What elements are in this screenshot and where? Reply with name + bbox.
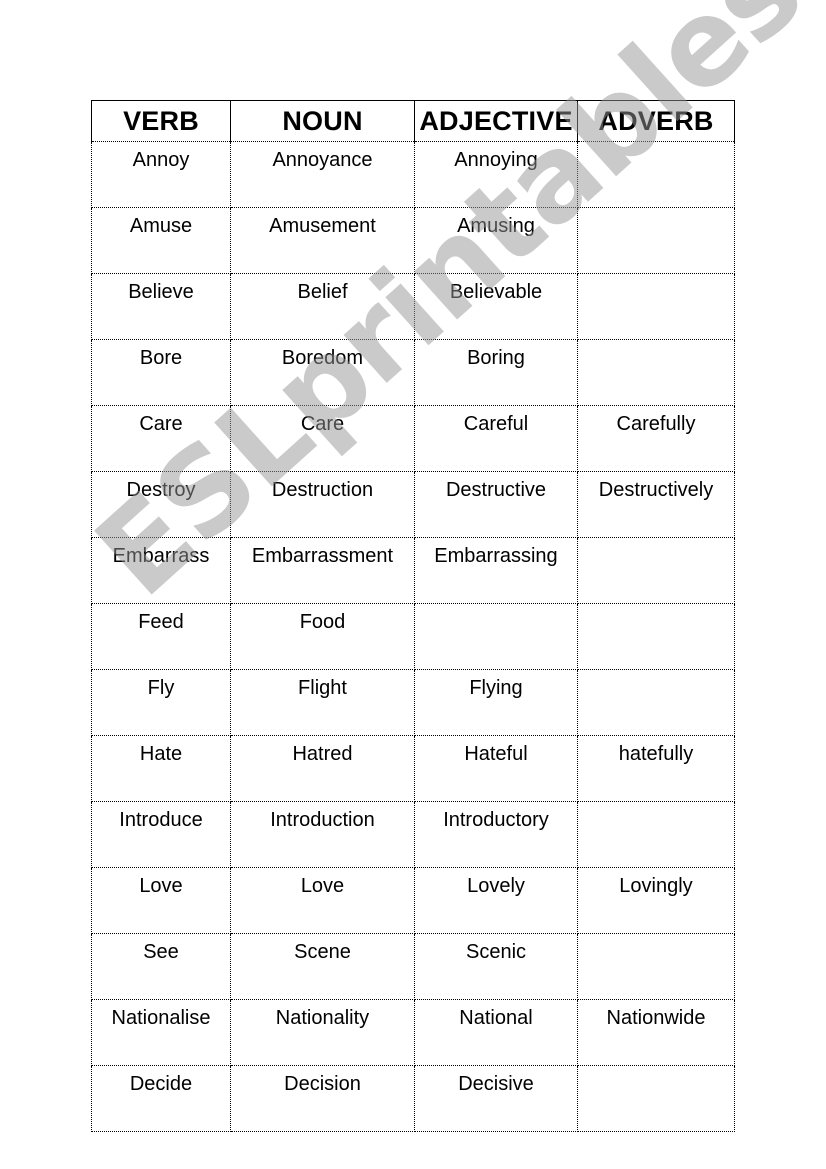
noun-cell: Nationality — [230, 999, 415, 1066]
table-row: Nationalise Nationality National Nationwide — [91, 999, 735, 1066]
table-row: Care Care Careful Carefully — [91, 405, 735, 472]
noun-cell: Love — [230, 867, 415, 934]
table-row: Love Love Lovely Lovingly — [91, 867, 735, 934]
table-header-row: VERB NOUN ADJECTIVE ADVERB — [91, 100, 735, 142]
verb-cell: Nationalise — [91, 999, 231, 1066]
adverb-cell — [577, 933, 735, 1000]
adverb-cell — [577, 141, 735, 208]
header-verb: VERB — [91, 100, 231, 142]
table-row: Fly Flight Flying — [91, 669, 735, 736]
adjective-cell: Boring — [414, 339, 578, 406]
noun-cell: Boredom — [230, 339, 415, 406]
table-row: Feed Food — [91, 603, 735, 670]
verb-cell: Believe — [91, 273, 231, 340]
worksheet-page: VERB NOUN ADJECTIVE ADVERB Annoy Annoyanc… — [0, 0, 826, 1169]
adverb-cell — [577, 669, 735, 736]
adjective-cell: Introductory — [414, 801, 578, 868]
adverb-cell: Nationwide — [577, 999, 735, 1066]
verb-cell: Bore — [91, 339, 231, 406]
noun-cell: Decision — [230, 1065, 415, 1132]
adjective-cell: Annoying — [414, 141, 578, 208]
table-row: Hate Hatred Hateful hatefully — [91, 735, 735, 802]
verb-cell: Care — [91, 405, 231, 472]
adverb-cell — [577, 537, 735, 604]
verb-cell: Fly — [91, 669, 231, 736]
noun-cell: Embarrassment — [230, 537, 415, 604]
noun-cell: Introduction — [230, 801, 415, 868]
header-noun: NOUN — [230, 100, 415, 142]
table-row: Introduce Introduction Introductory — [91, 801, 735, 868]
verb-cell: See — [91, 933, 231, 1000]
word-forms-table: VERB NOUN ADJECTIVE ADVERB Annoy Annoyanc… — [91, 100, 735, 1132]
adverb-cell — [577, 339, 735, 406]
adjective-cell: Hateful — [414, 735, 578, 802]
adjective-cell: Amusing — [414, 207, 578, 274]
adverb-cell: Lovingly — [577, 867, 735, 934]
verb-cell: Amuse — [91, 207, 231, 274]
adjective-cell — [414, 603, 578, 670]
verb-cell: Hate — [91, 735, 231, 802]
table-row: Believe Belief Believable — [91, 273, 735, 340]
table-row: Annoy Annoyance Annoying — [91, 141, 735, 208]
noun-cell: Hatred — [230, 735, 415, 802]
table-row: Embarrass Embarrassment Embarrassing — [91, 537, 735, 604]
adjective-cell: Flying — [414, 669, 578, 736]
verb-cell: Love — [91, 867, 231, 934]
adverb-cell — [577, 1065, 735, 1132]
noun-cell: Annoyance — [230, 141, 415, 208]
adjective-cell: Scenic — [414, 933, 578, 1000]
adjective-cell: Embarrassing — [414, 537, 578, 604]
noun-cell: Food — [230, 603, 415, 670]
adjective-cell: Believable — [414, 273, 578, 340]
table-row: Amuse Amusement Amusing — [91, 207, 735, 274]
table-row: Destroy Destruction Destructive Destructive… — [91, 471, 735, 538]
table-row: Decide Decision Decisive — [91, 1065, 735, 1132]
noun-cell: Scene — [230, 933, 415, 1000]
verb-cell: Destroy — [91, 471, 231, 538]
noun-cell: Flight — [230, 669, 415, 736]
verb-cell: Annoy — [91, 141, 231, 208]
adverb-cell: Destructively — [577, 471, 735, 538]
adverb-cell — [577, 603, 735, 670]
noun-cell: Destruction — [230, 471, 415, 538]
adverb-cell — [577, 207, 735, 274]
adverb-cell — [577, 801, 735, 868]
verb-cell: Feed — [91, 603, 231, 670]
adjective-cell: Lovely — [414, 867, 578, 934]
verb-cell: Embarrass — [91, 537, 231, 604]
table-row: See Scene Scenic — [91, 933, 735, 1000]
adjective-cell: National — [414, 999, 578, 1066]
verb-cell: Introduce — [91, 801, 231, 868]
table-row: Bore Boredom Boring — [91, 339, 735, 406]
adverb-cell: Carefully — [577, 405, 735, 472]
noun-cell: Belief — [230, 273, 415, 340]
header-adverb: ADVERB — [577, 100, 735, 142]
adverb-cell — [577, 273, 735, 340]
header-adjective: ADJECTIVE — [414, 100, 578, 142]
adjective-cell: Careful — [414, 405, 578, 472]
verb-cell: Decide — [91, 1065, 231, 1132]
noun-cell: Care — [230, 405, 415, 472]
adjective-cell: Destructive — [414, 471, 578, 538]
adverb-cell: hatefully — [577, 735, 735, 802]
adjective-cell: Decisive — [414, 1065, 578, 1132]
noun-cell: Amusement — [230, 207, 415, 274]
